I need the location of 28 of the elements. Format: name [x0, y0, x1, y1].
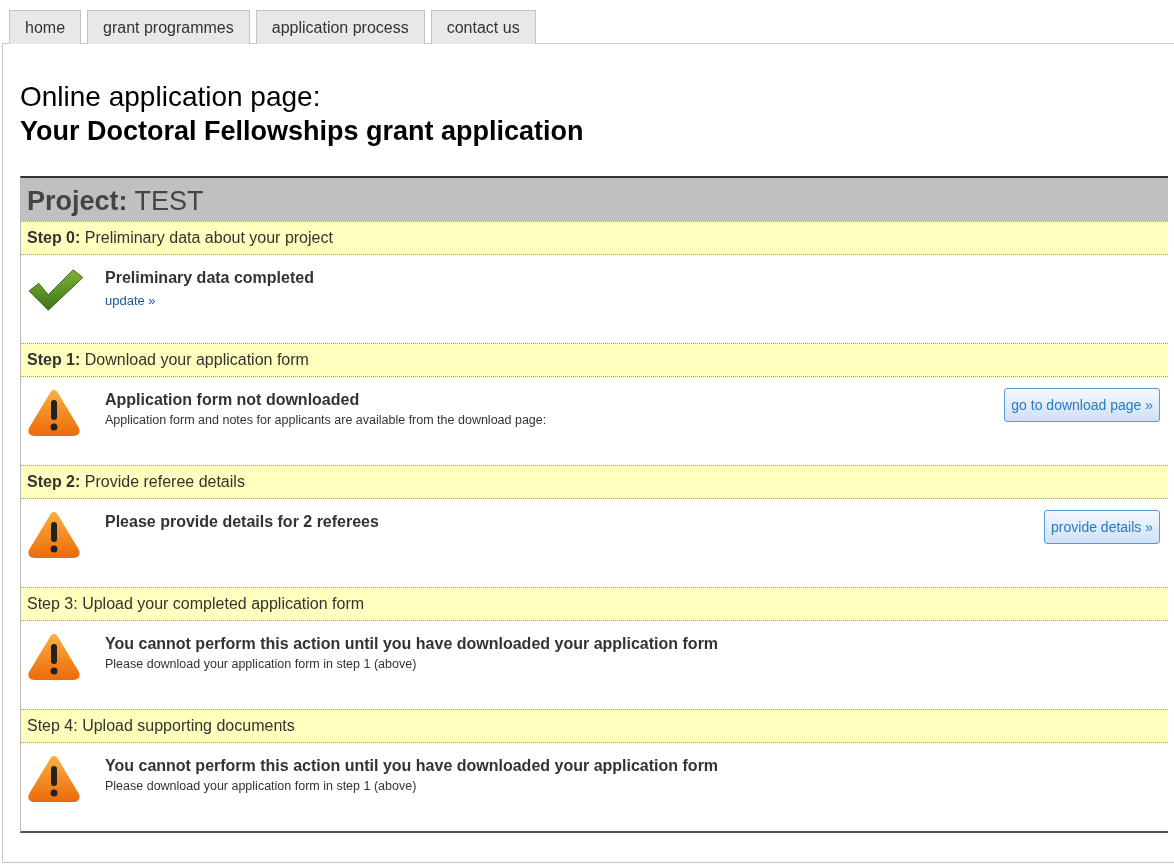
warning-icon [27, 754, 81, 804]
status-note: Application form and notes for applicants are available from the download page: [105, 413, 548, 427]
status-note: Please download your application form in step 1 (above) [105, 779, 418, 793]
nav-tab[interactable]: grant programmes [87, 10, 250, 44]
status-message: You cannot perform this action until you have downloaded your application form [105, 635, 720, 653]
step-header: Step 2: Provide referee details [21, 465, 1168, 499]
page-subtitle: Your Doctoral Fellowships grant application [20, 115, 585, 148]
step-header: Step 1: Download your application form [21, 343, 1168, 377]
warning-icon [27, 388, 81, 438]
page-title: Online application page: [20, 80, 322, 114]
status-message: Please provide details for 2 referees [105, 513, 380, 531]
status-message: Application form not downloaded [105, 391, 361, 409]
step-header: Step 4: Upload supporting documents [21, 709, 1168, 743]
action-button[interactable]: provide details » [1044, 510, 1160, 544]
warning-icon [27, 632, 81, 682]
nav-tab[interactable]: contact us [430, 10, 536, 44]
nav-tab[interactable]: home [9, 10, 82, 44]
status-message: Preliminary data completed [105, 269, 315, 287]
check-icon [27, 266, 85, 314]
update-link[interactable]: update » [105, 293, 156, 308]
status-message: You cannot perform this action until you have downloaded your application form [105, 757, 720, 775]
action-button[interactable]: go to download page » [1004, 388, 1160, 422]
step-header: Step 3: Upload your completed application form [21, 587, 1168, 621]
project-title: Project: TEST [21, 178, 1168, 221]
nav-tab[interactable]: application process [255, 10, 425, 44]
status-note: Please download your application form in step 1 (above) [105, 657, 418, 671]
step-header: Step 0: Preliminary data about your project [21, 221, 1168, 255]
warning-icon [27, 510, 81, 560]
